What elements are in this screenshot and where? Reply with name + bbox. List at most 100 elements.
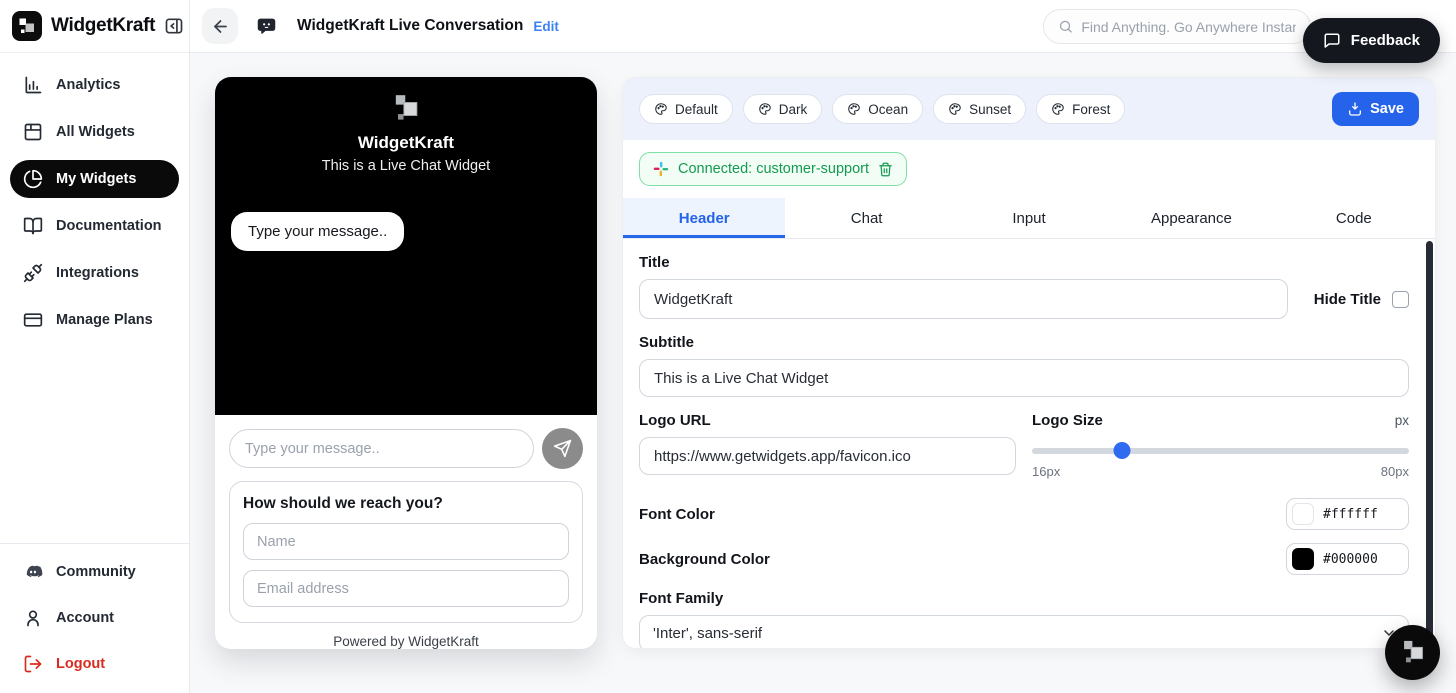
font-color-label: Font Color <box>639 506 715 523</box>
slider-max-label: 80px <box>1381 464 1409 479</box>
search-input[interactable] <box>1081 19 1296 35</box>
connection-label: Connected: customer-support <box>678 161 869 177</box>
global-search[interactable] <box>1043 9 1311 44</box>
edit-title-link[interactable]: Edit <box>533 19 559 34</box>
sidebar-header: WidgetKraft <box>0 0 189 53</box>
hide-title-checkbox[interactable] <box>1392 291 1409 308</box>
theme-chip-forest[interactable]: Forest <box>1036 94 1125 124</box>
title-input[interactable] <box>639 279 1288 319</box>
slider-thumb[interactable] <box>1114 442 1131 459</box>
subtitle-input[interactable] <box>639 359 1409 397</box>
app-logo <box>12 11 42 41</box>
slider-min-label: 16px <box>1032 464 1060 479</box>
slack-icon <box>653 161 669 177</box>
sidebar-item-label: Community <box>56 564 136 580</box>
tab-code[interactable]: Code <box>1273 198 1435 238</box>
slack-connection-chip[interactable]: Connected: customer-support <box>639 152 907 186</box>
logout-icon <box>23 654 43 674</box>
settings-scrollbar[interactable] <box>1426 241 1433 645</box>
logo-row: Logo URL Logo Size px 16px <box>639 412 1409 479</box>
widget-launcher-button[interactable] <box>1385 625 1440 680</box>
tab-appearance[interactable]: Appearance <box>1110 198 1272 238</box>
sidebar-item-documentation[interactable]: Documentation <box>10 207 179 245</box>
tab-header[interactable]: Header <box>623 198 785 238</box>
sidebar-item-community[interactable]: Community <box>10 553 179 591</box>
topbar: WidgetKraft Live Conversation Edit Feedb… <box>190 0 1456 53</box>
widget-title: WidgetKraft <box>358 133 454 153</box>
slider-range-labels: 16px 80px <box>1032 464 1409 479</box>
widget-message-bubble: Type your message.. <box>231 212 404 251</box>
background-color-swatch[interactable] <box>1292 548 1314 570</box>
title-label: Title <box>639 254 1409 271</box>
font-color-row: Font Color #ffffff <box>639 498 1409 530</box>
sidebar-item-my-widgets[interactable]: My Widgets <box>10 160 179 198</box>
book-open-icon <box>23 216 43 236</box>
theme-chip-label: Ocean <box>868 102 908 117</box>
discord-icon <box>23 562 43 582</box>
sidebar-item-label: Manage Plans <box>56 312 153 328</box>
sidebar-item-label: Account <box>56 610 114 626</box>
chat-widget-preview: WidgetKraft This is a Live Chat Widget T… <box>215 77 597 649</box>
save-button[interactable]: Save <box>1332 92 1419 126</box>
main-area: WidgetKraft Live Conversation Edit Feedb… <box>190 0 1456 693</box>
sidebar-item-manage-plans[interactable]: Manage Plans <box>10 301 179 339</box>
palette-icon <box>1051 102 1065 116</box>
credit-card-icon <box>23 310 43 330</box>
connection-row: Connected: customer-support <box>623 140 1435 198</box>
title-row: Hide Title <box>639 279 1409 319</box>
widget-settings-panel: Default Dark Ocean Sunset Forest <box>622 77 1436 649</box>
palette-icon <box>948 102 962 116</box>
email-field[interactable] <box>243 570 569 607</box>
sidebar-item-label: Integrations <box>56 265 139 281</box>
name-field[interactable] <box>243 523 569 560</box>
logo-size-slider[interactable] <box>1032 442 1409 459</box>
user-icon <box>23 608 43 628</box>
send-icon <box>553 439 572 458</box>
widget-logo-icon <box>390 94 422 124</box>
trash-icon[interactable] <box>878 162 893 177</box>
sidebar-item-integrations[interactable]: Integrations <box>10 254 179 292</box>
background-color-picker[interactable]: #000000 <box>1286 543 1409 575</box>
tab-input[interactable]: Input <box>948 198 1110 238</box>
chat-bot-icon <box>256 16 277 37</box>
font-family-select[interactable]: 'Inter', sans-serif <box>639 615 1409 648</box>
widget-input-row <box>229 428 583 469</box>
widget-header: WidgetKraft This is a Live Chat Widget T… <box>215 77 597 415</box>
sidebar-item-analytics[interactable]: Analytics <box>10 66 179 104</box>
logo-url-input[interactable] <box>639 437 1016 475</box>
sidebar-item-account[interactable]: Account <box>10 599 179 637</box>
theme-chip-ocean[interactable]: Ocean <box>832 94 923 124</box>
widget-subtitle: This is a Live Chat Widget <box>322 158 490 174</box>
font-family-label: Font Family <box>639 590 1409 607</box>
logo-size-unit: px <box>1395 413 1409 428</box>
slider-track[interactable] <box>1032 448 1409 454</box>
theme-chip-dark[interactable]: Dark <box>743 94 823 124</box>
theme-chip-default[interactable]: Default <box>639 94 733 124</box>
hide-title-group: Hide Title <box>1314 291 1409 308</box>
send-button[interactable] <box>542 428 583 469</box>
collapse-sidebar-icon[interactable] <box>164 16 184 36</box>
sidebar-item-label: My Widgets <box>56 171 136 187</box>
background-color-label: Background Color <box>639 551 770 568</box>
search-icon <box>1058 18 1073 35</box>
theme-chip-label: Forest <box>1072 102 1110 117</box>
plug-icon <box>23 263 43 283</box>
widgetkraft-logo-icon <box>1399 640 1427 666</box>
theme-chip-sunset[interactable]: Sunset <box>933 94 1026 124</box>
theme-chip-label: Dark <box>779 102 808 117</box>
subtitle-group: Subtitle <box>639 334 1409 397</box>
widget-message-input[interactable] <box>229 429 534 468</box>
speech-bubble-icon <box>1323 32 1341 50</box>
font-color-picker[interactable]: #ffffff <box>1286 498 1409 530</box>
feedback-button[interactable]: Feedback <box>1303 18 1440 63</box>
sidebar-item-label: Analytics <box>56 77 120 93</box>
sidebar-item-logout[interactable]: Logout <box>10 645 179 683</box>
logo-url-group: Logo URL <box>639 412 1016 479</box>
sidebar-spacer <box>0 339 189 543</box>
back-button[interactable] <box>202 8 238 44</box>
font-family-group: Font Family 'Inter', sans-serif <box>639 590 1409 648</box>
logo-size-group: Logo Size px 16px 80px <box>1032 412 1409 479</box>
sidebar-item-all-widgets[interactable]: All Widgets <box>10 113 179 151</box>
font-color-swatch[interactable] <box>1292 503 1314 525</box>
tab-chat[interactable]: Chat <box>785 198 947 238</box>
